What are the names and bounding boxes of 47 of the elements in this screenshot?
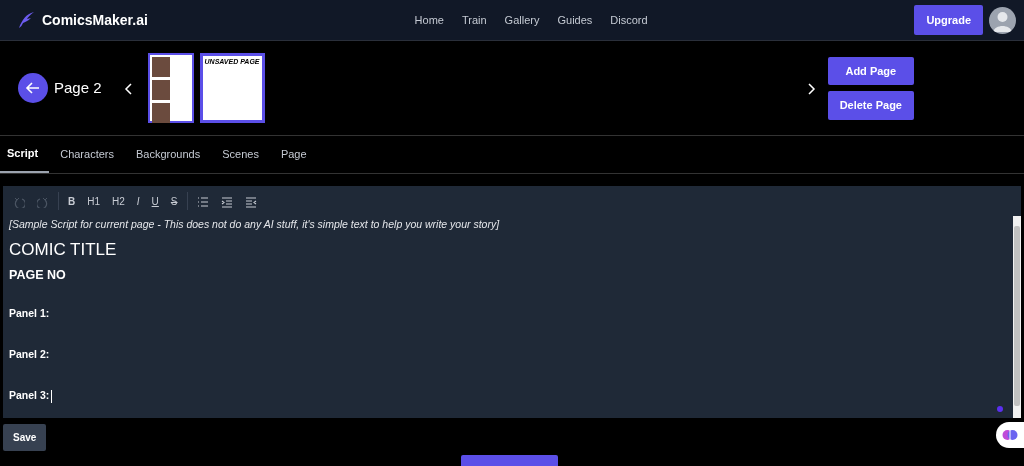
- indent-icon: [220, 195, 233, 208]
- comic-title: COMIC TITLE: [9, 239, 117, 261]
- delete-page-button[interactable]: Delete Page: [827, 91, 914, 120]
- avatar-icon[interactable]: [989, 6, 1016, 34]
- page-title: Page 2: [54, 77, 102, 98]
- panel-label: Panel 1:: [9, 307, 50, 321]
- tab[interactable]: Characters: [49, 136, 125, 173]
- image-placeholder: [151, 80, 170, 100]
- image-placeholder: [151, 103, 170, 123]
- page-thumbnail[interactable]: [147, 53, 194, 123]
- undo-icon: [13, 195, 25, 208]
- brain-icon: [1002, 427, 1018, 443]
- nav-link[interactable]: Gallery: [504, 11, 540, 29]
- redo-icon: [37, 195, 49, 208]
- outdent-icon: [244, 195, 257, 208]
- nav-link[interactable]: Train: [461, 11, 487, 29]
- scrollbar-thumb[interactable]: [1014, 226, 1020, 406]
- bold-button[interactable]: B: [62, 190, 82, 212]
- nav-link[interactable]: Guides: [557, 11, 593, 29]
- list-icon: [196, 195, 209, 208]
- nav-link[interactable]: Home: [414, 11, 444, 29]
- tab[interactable]: Scenes: [211, 136, 270, 173]
- page-heading: PAGE NO: [9, 268, 66, 284]
- chevron-right-icon: [805, 81, 816, 96]
- heading-button[interactable]: H2: [106, 190, 131, 212]
- tab[interactable]: Backgrounds: [125, 136, 212, 173]
- brand-name[interactable]: ComicsMaker.ai: [42, 9, 148, 31]
- nav-link[interactable]: Discord: [610, 11, 648, 29]
- note-text: [Sample Script for current page - This does not do any AI stuff, it's simple text to help you write your story]: [9, 218, 500, 232]
- left-arrow-icon: [25, 80, 41, 96]
- heading-button[interactable]: H1: [81, 190, 107, 212]
- strikethrough-button[interactable]: S: [164, 190, 184, 212]
- add-page-button[interactable]: Add Page: [827, 56, 914, 85]
- italic-button[interactable]: I: [130, 190, 146, 212]
- underline-button[interactable]: U: [145, 190, 165, 212]
- chevron-left-icon: [123, 81, 134, 96]
- image-placeholder: [151, 57, 170, 77]
- brain-widget-button[interactable]: [996, 422, 1024, 448]
- scrollbar[interactable]: [1013, 216, 1021, 418]
- status-dot: [997, 406, 1003, 412]
- tab[interactable]: Page: [269, 136, 318, 173]
- upgrade-button[interactable]: Upgrade: [914, 4, 983, 36]
- panel-label: Panel 3:: [9, 389, 53, 403]
- panel-label: Panel 2:: [9, 348, 50, 362]
- save-button[interactable]: Save: [3, 424, 47, 451]
- tab[interactable]: Script: [0, 136, 50, 173]
- back-button[interactable]: [18, 73, 48, 103]
